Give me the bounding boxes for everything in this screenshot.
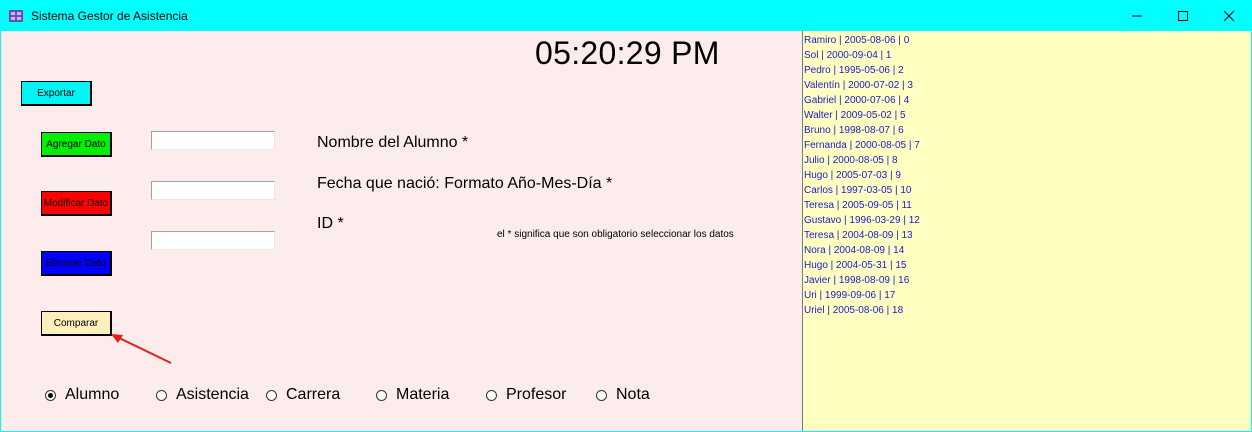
list-item[interactable]: Carlos | 1997-03-05 | 10: [804, 183, 1251, 198]
window-title: Sistema Gestor de Asistencia: [31, 9, 188, 23]
radio-materia[interactable]: Materia: [376, 386, 449, 404]
arrow-icon: [111, 334, 172, 364]
required-note: el * significa que son obligatorio selec…: [497, 229, 734, 240]
add-data-button[interactable]: Agregar Dato: [41, 132, 112, 157]
list-item[interactable]: Teresa | 2005-09-05 | 11: [804, 198, 1251, 213]
main-panel: 05:20:29 PM Exportar Agregar Dato Modifi…: [1, 31, 1251, 431]
list-item[interactable]: Gustavo | 1996-03-29 | 12: [804, 213, 1251, 228]
radio-nota[interactable]: Nota: [596, 386, 650, 404]
student-name-label: Nombre del Alumno *: [317, 134, 469, 151]
clock-display: 05:20:29 PM: [535, 35, 720, 71]
radio-button-icon[interactable]: [596, 389, 607, 401]
minimize-button[interactable]: [1114, 0, 1160, 31]
modify-data-button[interactable]: Modificar Dato: [41, 191, 112, 216]
list-item[interactable]: Uriel | 2005-08-06 | 18: [804, 303, 1251, 318]
radio-label: Asistencia: [176, 386, 249, 403]
minimize-icon: [1132, 15, 1142, 16]
student-name-field[interactable]: [151, 131, 275, 150]
list-item[interactable]: Pedro | 1995-05-06 | 2: [804, 63, 1251, 78]
student-listbox[interactable]: Ramiro | 2005-08-06 | 0 Sol | 2000-09-04…: [802, 31, 1251, 431]
radio-label: Materia: [396, 386, 450, 403]
maximize-button[interactable]: [1160, 0, 1206, 31]
list-item[interactable]: Julio | 2000-08-05 | 8: [804, 153, 1251, 168]
app-window: Sistema Gestor de Asistencia 05:20:29 PM…: [0, 0, 1252, 432]
radio-button-icon[interactable]: [266, 389, 277, 401]
title-bar[interactable]: Sistema Gestor de Asistencia: [0, 0, 1252, 31]
id-field[interactable]: [151, 231, 275, 250]
list-item[interactable]: Bruno | 1998-08-07 | 6: [804, 123, 1251, 138]
list-item[interactable]: Nora | 2004-08-09 | 14: [804, 243, 1251, 258]
delete-data-button[interactable]: Eliminar Dato: [41, 251, 112, 276]
radio-label: Profesor: [506, 386, 567, 403]
list-item[interactable]: Fernanda | 2000-08-05 | 7: [804, 138, 1251, 153]
radio-button-icon[interactable]: [376, 389, 387, 401]
radio-carrera[interactable]: Carrera: [266, 386, 340, 404]
list-item[interactable]: Ramiro | 2005-08-06 | 0: [804, 33, 1251, 48]
list-item[interactable]: Javier | 1998-08-09 | 16: [804, 273, 1251, 288]
radio-alumno[interactable]: Alumno: [45, 386, 119, 404]
birth-date-label: Fecha que nació: Formato Año-Mes-Día *: [317, 175, 613, 192]
radio-profesor[interactable]: Profesor: [486, 386, 566, 404]
radio-label: Alumno: [65, 386, 120, 403]
id-label: ID *: [317, 215, 344, 232]
list-item[interactable]: Teresa | 2004-08-09 | 13: [804, 228, 1251, 243]
radio-button-icon[interactable]: [156, 389, 167, 401]
list-item[interactable]: Uri | 1999-09-06 | 17: [804, 288, 1251, 303]
list-item[interactable]: Gabriel | 2000-07-06 | 4: [804, 93, 1251, 108]
radio-button-icon[interactable]: [45, 389, 56, 401]
list-item[interactable]: Hugo | 2004-05-31 | 15: [804, 258, 1251, 273]
birth-date-field[interactable]: [151, 181, 275, 200]
app-icon: [9, 10, 23, 22]
close-button[interactable]: [1206, 0, 1252, 31]
maximize-icon: [1178, 10, 1188, 21]
radio-label: Carrera: [286, 386, 341, 403]
list-item[interactable]: Sol | 2000-09-04 | 1: [804, 48, 1251, 63]
list-item[interactable]: Hugo | 2005-07-03 | 9: [804, 168, 1251, 183]
radio-asistencia[interactable]: Asistencia: [156, 386, 249, 404]
radio-label: Nota: [616, 386, 650, 403]
export-button[interactable]: Exportar: [21, 81, 92, 106]
list-item[interactable]: Walter | 2009-05-02 | 5: [804, 108, 1251, 123]
radio-button-icon[interactable]: [486, 389, 497, 401]
compare-button[interactable]: Comparar: [41, 311, 112, 336]
close-icon: [1223, 10, 1235, 21]
list-item[interactable]: Valentín | 2000-07-02 | 3: [804, 78, 1251, 93]
